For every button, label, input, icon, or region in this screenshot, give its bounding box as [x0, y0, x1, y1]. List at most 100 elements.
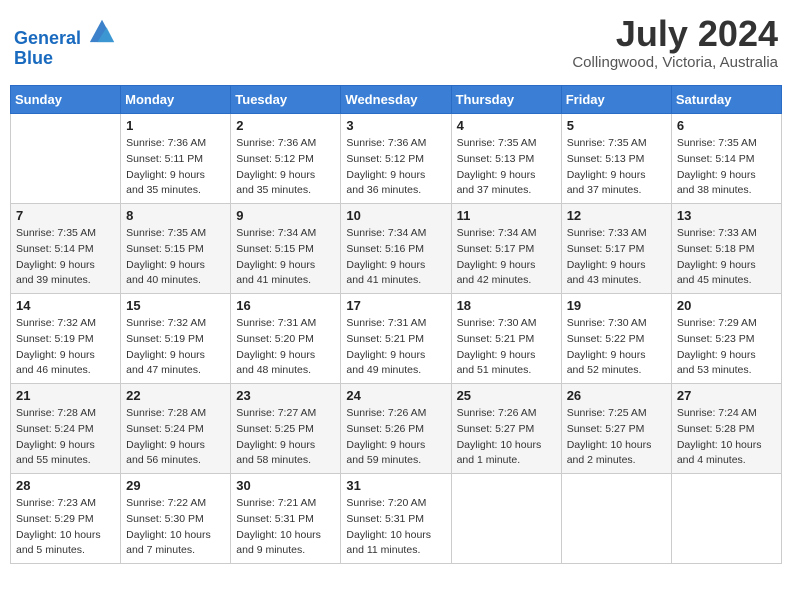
day-info: Sunrise: 7:24 AMSunset: 5:28 PMDaylight:… [677, 406, 776, 469]
day-cell: 14 Sunrise: 7:32 AMSunset: 5:19 PMDayligh… [11, 294, 121, 384]
day-number: 29 [126, 478, 225, 493]
day-number: 30 [236, 478, 335, 493]
day-cell [561, 474, 671, 564]
logo: General Blue [14, 16, 116, 69]
day-info: Sunrise: 7:26 AMSunset: 5:27 PMDaylight:… [457, 406, 556, 469]
day-cell: 6Sunrise: 7:35 AMSunset: 5:14 PMDaylight… [671, 114, 781, 204]
logo-blue: Blue [14, 49, 116, 69]
day-info: Sunrise: 7:33 AMSunset: 5:17 PMDaylight:… [567, 226, 666, 289]
month-title: July 2024 [572, 16, 778, 52]
day-cell: 24Sunrise: 7:26 AMSunset: 5:26 PMDayligh… [341, 384, 451, 474]
day-cell [451, 474, 561, 564]
day-cell: 20Sunrise: 7:29 AMSunset: 5:23 PMDayligh… [671, 294, 781, 384]
day-info: Sunrise: 7:32 AMSunset: 5:19 PMDaylight:… [16, 316, 115, 379]
day-cell: 10 Sunrise: 7:34 AMSunset: 5:16 PMDayligh… [341, 204, 451, 294]
day-info: Sunrise: 7:26 AMSunset: 5:26 PMDaylight:… [346, 406, 445, 469]
day-cell [671, 474, 781, 564]
day-number: 25 [457, 388, 556, 403]
day-info: Sunrise: 7:30 AMSunset: 5:22 PMDaylight:… [567, 316, 666, 379]
day-cell: 17 Sunrise: 7:31 AMSunset: 5:21 PMDayligh… [341, 294, 451, 384]
day-cell: 8 Sunrise: 7:35 AMSunset: 5:15 PMDaylight… [121, 204, 231, 294]
day-number: 27 [677, 388, 776, 403]
col-header-tuesday: Tuesday [231, 86, 341, 114]
week-row-4: 28 Sunrise: 7:23 AMSunset: 5:29 PMDayligh… [11, 474, 782, 564]
day-number: 31 [346, 478, 445, 493]
day-number: 2 [236, 118, 335, 133]
day-number: 22 [126, 388, 225, 403]
day-cell: 4 Sunrise: 7:35 AMSunset: 5:13 PMDaylight… [451, 114, 561, 204]
day-cell: 26Sunrise: 7:25 AMSunset: 5:27 PMDayligh… [561, 384, 671, 474]
day-number: 11 [457, 208, 556, 223]
day-number: 1 [126, 118, 225, 133]
day-number: 14 [16, 298, 115, 313]
page-header: General Blue July 2024 Collingwood, Vict… [10, 10, 782, 77]
day-info: Sunrise: 7:36 AMSunset: 5:11 PMDaylight:… [126, 136, 225, 199]
day-cell: 18 Sunrise: 7:30 AMSunset: 5:21 PMDayligh… [451, 294, 561, 384]
day-cell: 12 Sunrise: 7:33 AMSunset: 5:17 PMDayligh… [561, 204, 671, 294]
day-number: 17 [346, 298, 445, 313]
col-header-wednesday: Wednesday [341, 86, 451, 114]
day-info: Sunrise: 7:35 AMSunset: 5:13 PMDaylight:… [567, 136, 666, 199]
day-cell: 22 Sunrise: 7:28 AMSunset: 5:24 PMDayligh… [121, 384, 231, 474]
day-cell: 23Sunrise: 7:27 AMSunset: 5:25 PMDayligh… [231, 384, 341, 474]
week-row-3: 21 Sunrise: 7:28 AMSunset: 5:24 PMDayligh… [11, 384, 782, 474]
day-number: 15 [126, 298, 225, 313]
day-number: 28 [16, 478, 115, 493]
day-number: 19 [567, 298, 666, 313]
week-row-0: 1 Sunrise: 7:36 AMSunset: 5:11 PMDaylight… [11, 114, 782, 204]
title-block: July 2024 Collingwood, Victoria, Austral… [572, 16, 778, 71]
day-number: 4 [457, 118, 556, 133]
day-number: 9 [236, 208, 335, 223]
day-number: 8 [126, 208, 225, 223]
day-cell: 30Sunrise: 7:21 AMSunset: 5:31 PMDayligh… [231, 474, 341, 564]
logo-icon [88, 16, 116, 44]
day-cell: 3Sunrise: 7:36 AMSunset: 5:12 PMDaylight… [341, 114, 451, 204]
day-cell: 28 Sunrise: 7:23 AMSunset: 5:29 PMDayligh… [11, 474, 121, 564]
day-cell: 25 Sunrise: 7:26 AMSunset: 5:27 PMDayligh… [451, 384, 561, 474]
col-header-saturday: Saturday [671, 86, 781, 114]
day-cell: 11 Sunrise: 7:34 AMSunset: 5:17 PMDayligh… [451, 204, 561, 294]
day-info: Sunrise: 7:20 AMSunset: 5:31 PMDaylight:… [346, 496, 445, 559]
day-cell: 19 Sunrise: 7:30 AMSunset: 5:22 PMDayligh… [561, 294, 671, 384]
week-row-1: 7 Sunrise: 7:35 AMSunset: 5:14 PMDaylight… [11, 204, 782, 294]
day-cell: 15 Sunrise: 7:32 AMSunset: 5:19 PMDayligh… [121, 294, 231, 384]
week-row-2: 14 Sunrise: 7:32 AMSunset: 5:19 PMDayligh… [11, 294, 782, 384]
day-number: 5 [567, 118, 666, 133]
day-number: 20 [677, 298, 776, 313]
day-info: Sunrise: 7:34 AMSunset: 5:16 PMDaylight:… [346, 226, 445, 289]
day-info: Sunrise: 7:31 AMSunset: 5:21 PMDaylight:… [346, 316, 445, 379]
day-cell: 2 Sunrise: 7:36 AMSunset: 5:12 PMDaylight… [231, 114, 341, 204]
day-number: 26 [567, 388, 666, 403]
day-cell: 29 Sunrise: 7:22 AMSunset: 5:30 PMDayligh… [121, 474, 231, 564]
day-info: Sunrise: 7:35 AMSunset: 5:15 PMDaylight:… [126, 226, 225, 289]
day-info: Sunrise: 7:31 AMSunset: 5:20 PMDaylight:… [236, 316, 335, 379]
logo-text: General [14, 16, 116, 49]
day-info: Sunrise: 7:23 AMSunset: 5:29 PMDaylight:… [16, 496, 115, 559]
day-info: Sunrise: 7:34 AMSunset: 5:15 PMDaylight:… [236, 226, 335, 289]
col-header-thursday: Thursday [451, 86, 561, 114]
day-cell: 27 Sunrise: 7:24 AMSunset: 5:28 PMDayligh… [671, 384, 781, 474]
day-info: Sunrise: 7:36 AMSunset: 5:12 PMDaylight:… [236, 136, 335, 199]
day-number: 10 [346, 208, 445, 223]
day-info: Sunrise: 7:35 AMSunset: 5:14 PMDaylight:… [16, 226, 115, 289]
day-info: Sunrise: 7:33 AMSunset: 5:18 PMDaylight:… [677, 226, 776, 289]
day-info: Sunrise: 7:28 AMSunset: 5:24 PMDaylight:… [126, 406, 225, 469]
calendar-table: SundayMondayTuesdayWednesdayThursdayFrid… [10, 85, 782, 564]
logo-general: General [14, 28, 81, 48]
day-cell: 9 Sunrise: 7:34 AMSunset: 5:15 PMDaylight… [231, 204, 341, 294]
day-info: Sunrise: 7:22 AMSunset: 5:30 PMDaylight:… [126, 496, 225, 559]
day-number: 12 [567, 208, 666, 223]
day-info: Sunrise: 7:30 AMSunset: 5:21 PMDaylight:… [457, 316, 556, 379]
day-info: Sunrise: 7:35 AMSunset: 5:13 PMDaylight:… [457, 136, 556, 199]
day-cell: 1 Sunrise: 7:36 AMSunset: 5:11 PMDaylight… [121, 114, 231, 204]
col-header-friday: Friday [561, 86, 671, 114]
day-cell [11, 114, 121, 204]
day-info: Sunrise: 7:36 AMSunset: 5:12 PMDaylight:… [346, 136, 445, 199]
day-info: Sunrise: 7:32 AMSunset: 5:19 PMDaylight:… [126, 316, 225, 379]
day-info: Sunrise: 7:35 AMSunset: 5:14 PMDaylight:… [677, 136, 776, 199]
day-number: 18 [457, 298, 556, 313]
day-number: 21 [16, 388, 115, 403]
day-number: 7 [16, 208, 115, 223]
day-cell: 13Sunrise: 7:33 AMSunset: 5:18 PMDayligh… [671, 204, 781, 294]
day-info: Sunrise: 7:34 AMSunset: 5:17 PMDaylight:… [457, 226, 556, 289]
